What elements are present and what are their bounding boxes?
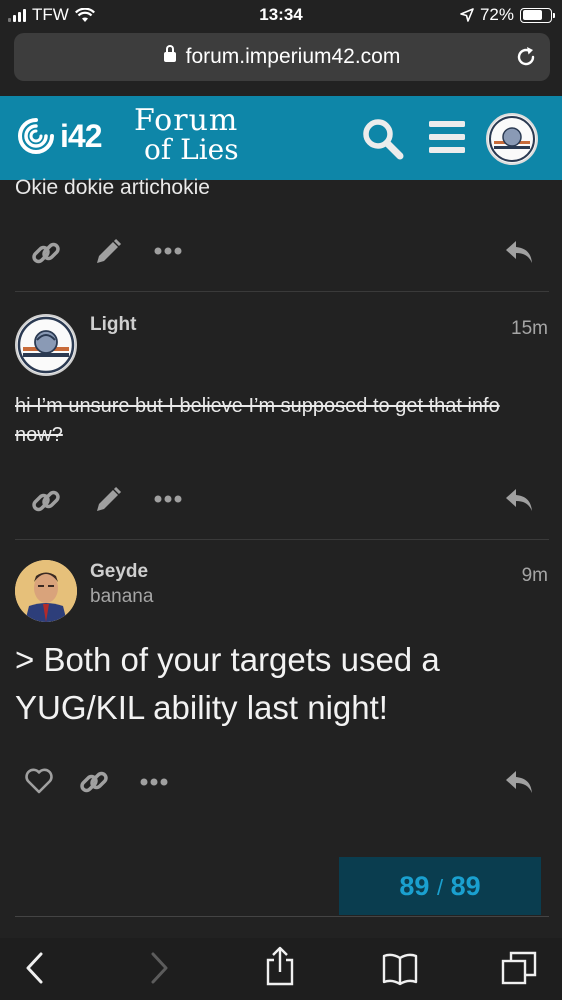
post-body: hi I’m unsure but I believe I’m supposed… [15,395,500,446]
link-icon[interactable] [30,485,62,517]
forward-icon[interactable] [146,948,172,988]
light-emblem-icon [489,116,535,162]
post-body: > Both of your targets used a YUG/KIL ab… [15,641,440,726]
edit-pencil-icon[interactable] [93,237,123,267]
post-body: Okie dokie artichokie [15,176,210,199]
reply-icon[interactable] [504,239,534,265]
forum-header: i42 Forum of Lies [0,96,562,180]
like-heart-icon[interactable] [24,767,54,795]
progress-current: 89 [399,871,430,901]
bottom-divider [15,916,549,917]
address-bar[interactable]: forum.imperium42.com [14,33,550,81]
lock-icon [163,45,176,62]
swirl-logo-icon [18,118,54,154]
post-divider [15,539,549,540]
post-time[interactable]: 9m [522,565,548,587]
post-username[interactable]: Geyde [90,561,148,583]
progress-separator: / [436,875,444,900]
forum-title-line2: of Lies [144,133,239,166]
reply-icon[interactable] [504,769,534,795]
forum-logo[interactable]: Forum of Lies [134,106,239,164]
battery-icon [520,7,555,23]
forum-title-line1: Forum [134,103,239,138]
hamburger-menu-icon[interactable] [428,118,466,156]
user-avatar[interactable] [15,560,77,622]
search-icon[interactable] [360,116,404,160]
more-options-icon[interactable] [154,246,182,256]
share-icon[interactable] [264,944,296,988]
user-title: banana [90,586,154,607]
brand-short: i42 [60,117,102,154]
progress-total: 89 [450,871,481,901]
edit-pencil-icon[interactable] [93,485,123,515]
more-options-icon[interactable] [140,777,168,787]
site-logo[interactable]: i42 [16,116,102,156]
url-display[interactable]: forum.imperium42.com [14,45,550,69]
more-options-icon[interactable] [154,494,182,504]
link-icon[interactable] [78,766,110,798]
url-text: forum.imperium42.com [185,45,401,68]
back-icon[interactable] [22,948,48,988]
location-arrow-icon [460,8,474,22]
battery-percent: 72% [479,5,514,24]
current-user-avatar[interactable] [486,113,538,165]
post-username[interactable]: Light [90,314,136,336]
topic-progress[interactable]: 89 / 89 [339,857,541,915]
reply-icon[interactable] [504,487,534,513]
user-avatar[interactable] [15,314,77,376]
browser-toolbar [0,938,562,1000]
light-avatar-icon [17,316,75,374]
reload-icon[interactable] [514,45,538,69]
post-time[interactable]: 15m [511,318,548,340]
status-right: 72% [460,5,555,25]
bookmarks-icon[interactable] [382,952,418,986]
status-bar: TFW 13:34 72% [0,0,562,30]
geyde-avatar-icon [15,560,77,622]
link-icon[interactable] [30,237,62,269]
post-divider [15,291,549,292]
tabs-icon[interactable] [500,950,538,986]
